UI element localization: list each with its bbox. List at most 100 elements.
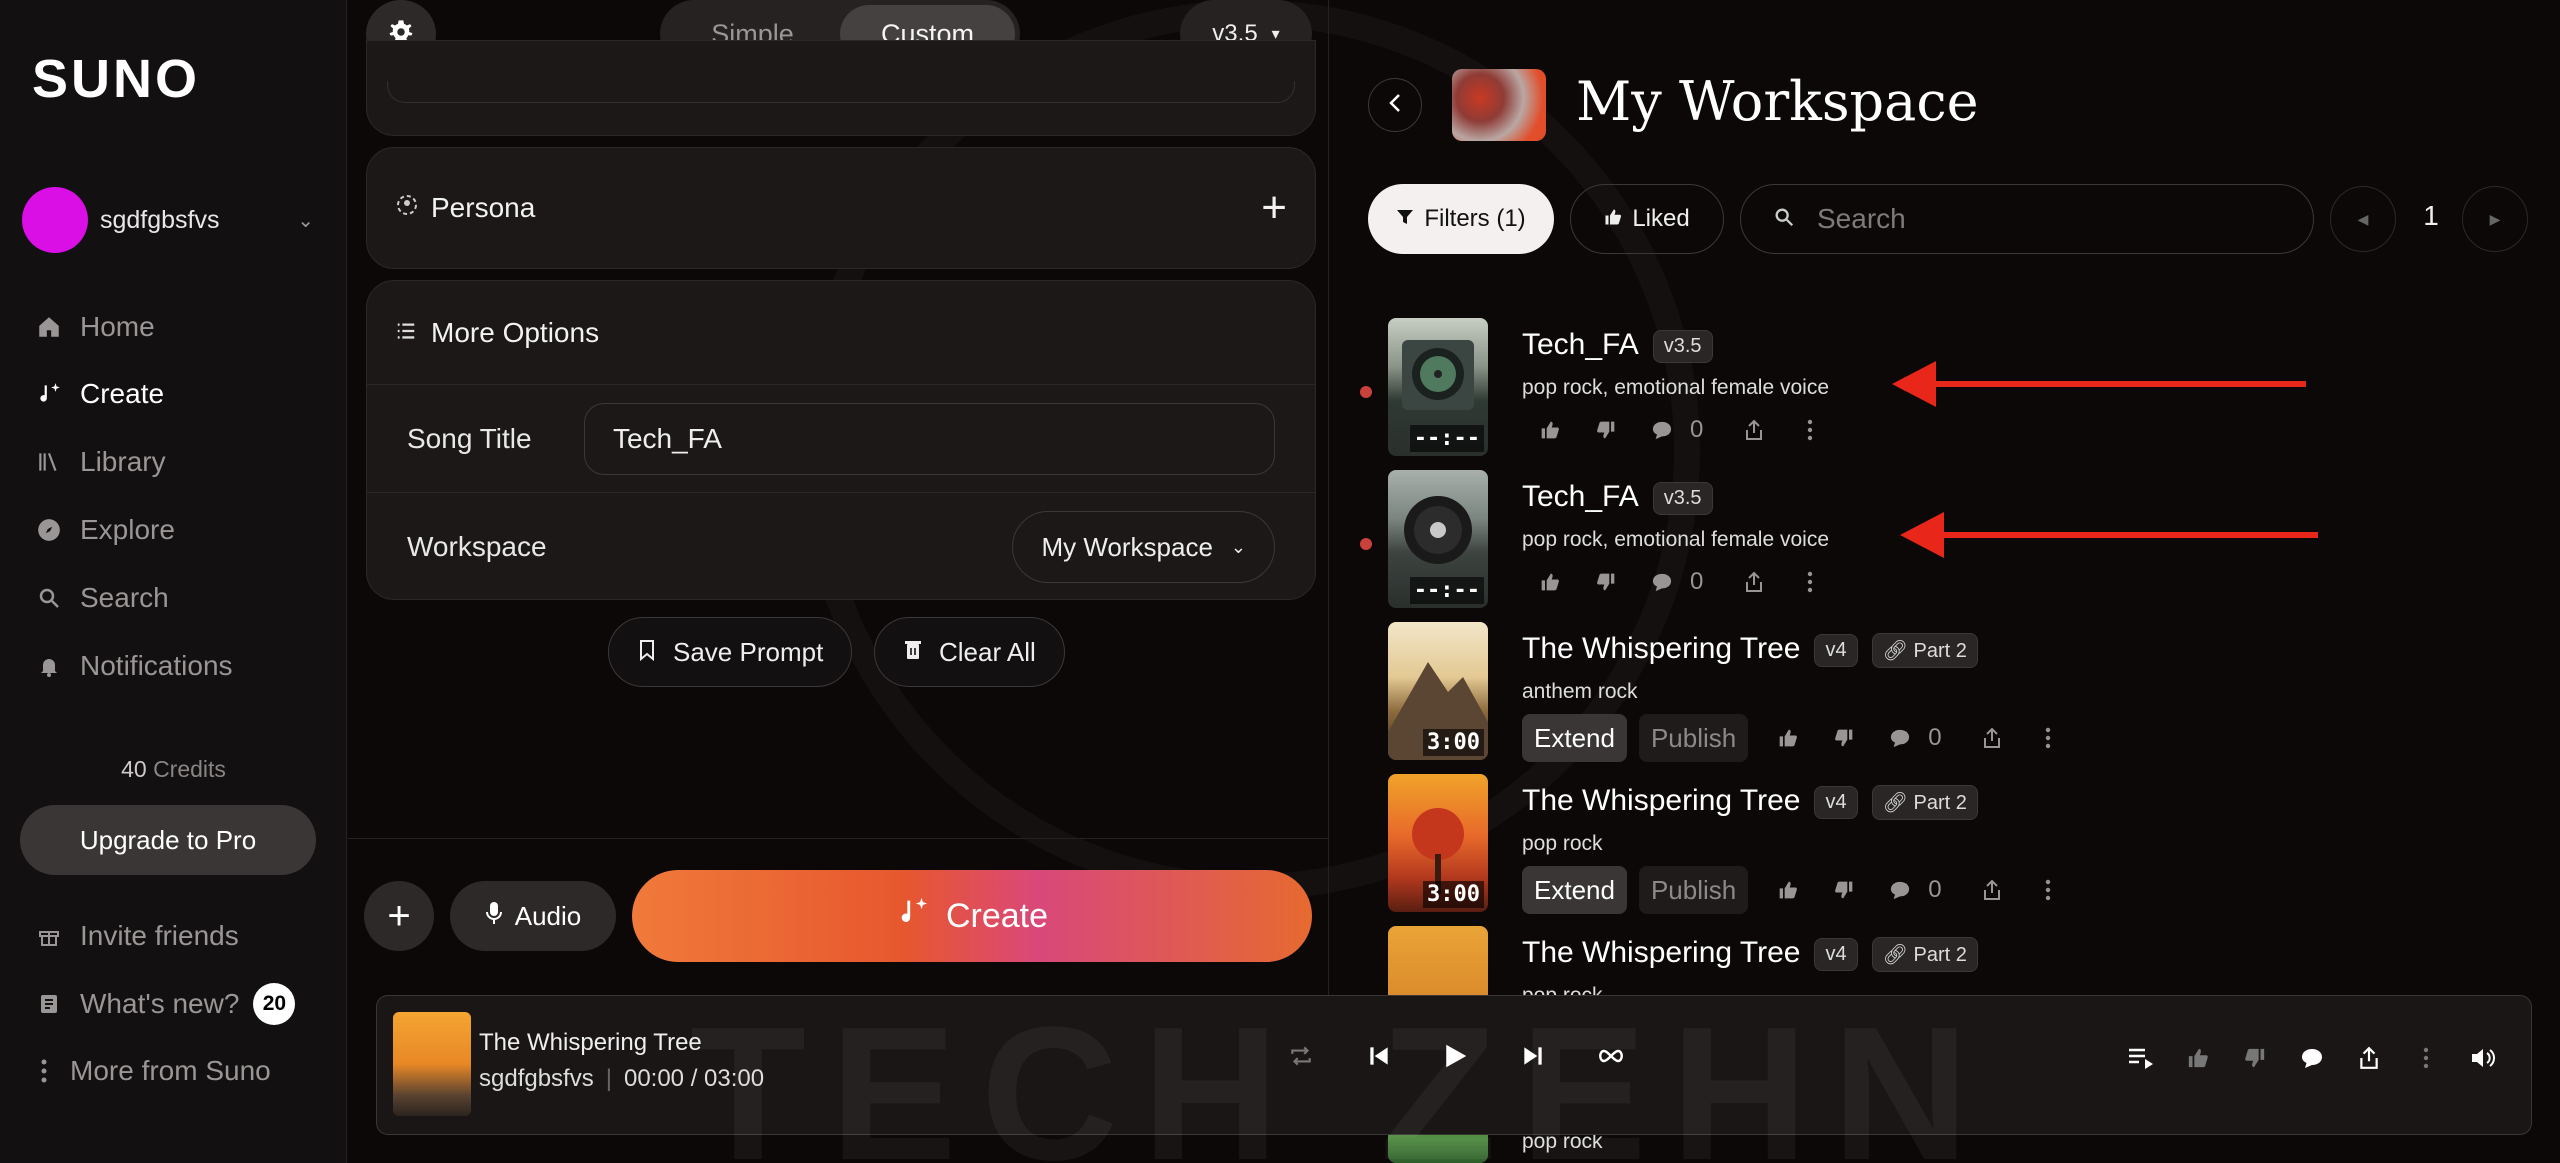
workspace-search-input[interactable]: Search — [1740, 184, 2314, 254]
song-title[interactable]: The Whispering Tree — [1522, 632, 1800, 665]
song-row[interactable]: The Whispering Tree v4 🔗︎ Part 2 pop rock — [1360, 926, 2540, 996]
song-title[interactable]: Tech_FA — [1522, 328, 1639, 361]
audio-button[interactable]: Audio — [450, 881, 616, 951]
more-options-icon[interactable] — [2020, 718, 2076, 758]
dislike-icon[interactable] — [1578, 562, 1634, 602]
share-icon[interactable] — [2340, 1038, 2397, 1078]
player-title[interactable]: The Whispering Tree — [479, 1029, 702, 1057]
more-vertical-icon — [34, 1056, 54, 1086]
song-actions: Extend Publish 0 — [1522, 866, 2076, 914]
persona-icon — [395, 192, 419, 224]
bell-icon — [34, 651, 64, 681]
sidebar-item-more-from-suno[interactable]: More from Suno — [34, 1045, 334, 1097]
more-options-icon[interactable] — [2397, 1038, 2454, 1078]
part-tag[interactable]: 🔗︎ Part 2 — [1871, 632, 1978, 668]
publish-button[interactable]: Publish — [1638, 714, 1749, 762]
sidebar-item-whats-new[interactable]: What's new? 20 — [34, 978, 334, 1030]
repeat-button[interactable] — [1281, 1038, 1321, 1078]
user-menu[interactable]: sgdfgbsfvs ⌄ — [22, 187, 322, 253]
share-icon[interactable] — [1964, 718, 2020, 758]
share-icon[interactable] — [1726, 410, 1782, 450]
suno-logo[interactable]: SUNO — [32, 48, 200, 110]
play-button[interactable] — [1435, 1038, 1475, 1078]
queue-icon[interactable] — [2112, 1038, 2169, 1078]
workspace-select[interactable]: My Workspace ⌄ — [1012, 511, 1275, 583]
share-icon[interactable] — [1964, 870, 2020, 910]
sidebar-item-create[interactable]: Create — [34, 368, 334, 420]
sidebar-item-notifications[interactable]: Notifications — [34, 640, 334, 692]
loop-button[interactable] — [1591, 1038, 1631, 1078]
song-row[interactable]: --:-- Tech_FA v3.5 pop rock, emotional fe… — [1360, 318, 2540, 470]
extend-button[interactable]: Extend — [1522, 714, 1627, 762]
song-row[interactable]: 3:00 The Whispering Tree v4 🔗︎ Part 2 anth… — [1360, 622, 2540, 774]
song-cover[interactable]: --:-- — [1388, 318, 1488, 456]
sidebar-item-library[interactable]: Library — [34, 436, 334, 488]
player-cover[interactable] — [393, 1012, 471, 1116]
player-actions — [2112, 1038, 2511, 1078]
dislike-icon[interactable] — [1816, 870, 1872, 910]
more-options-icon[interactable] — [1782, 562, 1838, 602]
player-artist[interactable]: sgdfgbsfvs — [479, 1065, 594, 1092]
comment-icon[interactable] — [2283, 1038, 2340, 1078]
chevron-down-icon: ⌄ — [297, 209, 314, 232]
back-button[interactable] — [1368, 78, 1422, 132]
song-title-input[interactable] — [583, 402, 1275, 475]
clear-all-button[interactable]: Clear All — [874, 617, 1065, 687]
song-cover[interactable]: 3:00 — [1388, 622, 1488, 760]
create-button[interactable]: Create — [632, 870, 1312, 962]
part-tag[interactable]: 🔗︎ Part 2 — [1871, 784, 1978, 820]
filters-button[interactable]: Filters (1) — [1368, 184, 1554, 254]
dislike-icon[interactable] — [1578, 410, 1634, 450]
comment-icon[interactable] — [1634, 562, 1690, 602]
comment-icon[interactable] — [1872, 870, 1928, 910]
dislike-icon[interactable] — [1816, 718, 1872, 758]
more-options-icon[interactable] — [1782, 410, 1838, 450]
volume-icon[interactable] — [2454, 1038, 2511, 1078]
sidebar-item-label: Search — [80, 582, 169, 613]
sidebar-item-invite[interactable]: Invite friends — [34, 910, 334, 962]
song-title[interactable]: The Whispering Tree — [1522, 784, 1800, 817]
comment-icon[interactable] — [1872, 718, 1928, 758]
part-tag[interactable]: 🔗︎ Part 2 — [1871, 936, 1978, 972]
more-options-icon[interactable] — [2020, 870, 2076, 910]
search-placeholder: Search — [1817, 203, 1906, 234]
sidebar-item-explore[interactable]: Explore — [34, 504, 334, 556]
like-icon[interactable] — [1760, 718, 1816, 758]
song-cover[interactable]: --:-- — [1388, 470, 1488, 608]
sidebar-item-search[interactable]: Search — [34, 572, 334, 624]
sidebar-item-home[interactable]: Home — [34, 301, 334, 353]
song-style: pop rock, emotional female voice — [1522, 376, 1829, 399]
like-icon[interactable] — [1522, 562, 1578, 602]
home-icon — [34, 312, 64, 342]
comment-count: 0 — [1690, 416, 1704, 443]
song-row[interactable]: --:-- Tech_FA v3.5 pop rock, emotional fe… — [1360, 470, 2540, 622]
sidebar-item-label: Invite friends — [80, 920, 239, 951]
more-options-header[interactable]: More Options — [367, 281, 1315, 385]
like-icon[interactable] — [1760, 870, 1816, 910]
share-icon[interactable] — [1726, 562, 1782, 602]
song-row[interactable]: 3:00 The Whispering Tree v4 🔗︎ Part 2 pop … — [1360, 774, 2540, 926]
dislike-icon[interactable] — [2226, 1038, 2283, 1078]
publish-button[interactable]: Publish — [1638, 866, 1749, 914]
song-title[interactable]: The Whispering Tree — [1522, 936, 1800, 969]
add-persona-button[interactable]: + — [1261, 183, 1287, 233]
persona-label: Persona — [431, 192, 536, 223]
liked-button[interactable]: Liked — [1570, 184, 1724, 254]
upgrade-button[interactable]: Upgrade to Pro — [20, 805, 316, 875]
previous-track-button[interactable] — [1359, 1038, 1399, 1078]
like-icon[interactable] — [2169, 1038, 2226, 1078]
more-options-section: More Options Song Title Workspace My Wor… — [366, 280, 1316, 600]
next-page-button[interactable]: ▶ — [2462, 186, 2528, 252]
comment-icon[interactable] — [1634, 410, 1690, 450]
persona-section[interactable]: Persona + — [366, 147, 1316, 269]
song-cover[interactable]: 3:00 — [1388, 774, 1488, 912]
song-cover[interactable] — [1388, 926, 1488, 996]
previous-page-button[interactable]: ◀ — [2330, 186, 2396, 252]
add-button[interactable]: + — [364, 881, 434, 951]
like-icon[interactable] — [1522, 410, 1578, 450]
song-title[interactable]: Tech_FA — [1522, 480, 1639, 513]
extend-button[interactable]: Extend — [1522, 866, 1627, 914]
next-track-button[interactable] — [1513, 1038, 1553, 1078]
chevron-left-icon — [1388, 92, 1402, 119]
save-prompt-button[interactable]: Save Prompt — [608, 617, 853, 687]
